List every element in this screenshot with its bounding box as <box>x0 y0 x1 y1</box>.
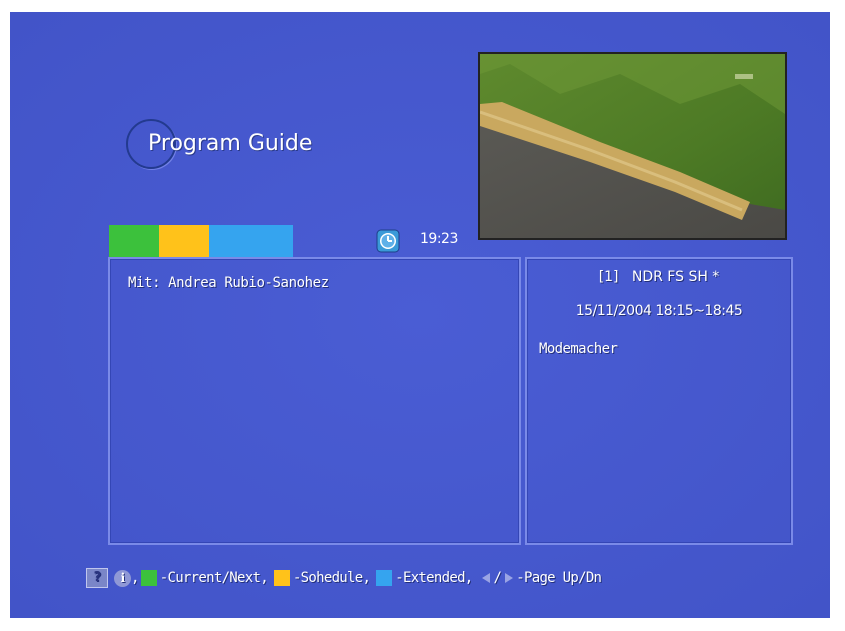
help-page: -Page Up/Dn <box>516 570 602 586</box>
channel-name: [1] NDR FS SH * <box>598 269 720 285</box>
page-title: Program Guide <box>148 131 313 156</box>
program-datetime: 15/11/2004 18:15~18:45 <box>575 303 743 319</box>
program-title: Modemacher <box>539 341 618 357</box>
help-separator: , <box>131 570 139 586</box>
help-extended: -Extended, <box>395 570 473 586</box>
arrow-right-icon <box>505 573 514 583</box>
program-description: Mit: Andrea Rubio-Sanohez <box>128 275 329 291</box>
help-schedule: -Sohedule, <box>292 570 371 586</box>
yellow-key-swatch[interactable] <box>159 225 209 259</box>
description-panel: Mit: Andrea Rubio-Sanohez <box>108 257 521 545</box>
video-preview <box>478 52 787 240</box>
help-icon[interactable]: ? <box>86 568 108 588</box>
help-slash: / <box>493 570 502 586</box>
info-icon[interactable]: i <box>114 569 131 587</box>
color-key-bar <box>109 225 293 259</box>
blue-button-icon <box>376 570 393 586</box>
epg-screen: Program Guide 19:23 Mit: Andrea Rubio-Sa… <box>10 12 830 618</box>
green-button-icon <box>140 570 157 586</box>
current-time: 19:23 <box>420 231 458 247</box>
help-current-next: -Current/Next, <box>159 570 269 586</box>
green-key-swatch[interactable] <box>109 225 159 259</box>
help-bar: ? i , -Current/Next, -Sohedule, -Extende… <box>86 567 602 589</box>
program-info-panel: [1] NDR FS SH * 15/11/2004 18:15~18:45 M… <box>525 257 793 545</box>
clock-icon <box>376 229 400 253</box>
yellow-button-icon <box>273 570 290 586</box>
blue-key-swatch[interactable] <box>209 225 293 259</box>
arrow-left-icon <box>481 573 490 583</box>
video-frame-image <box>480 54 785 238</box>
